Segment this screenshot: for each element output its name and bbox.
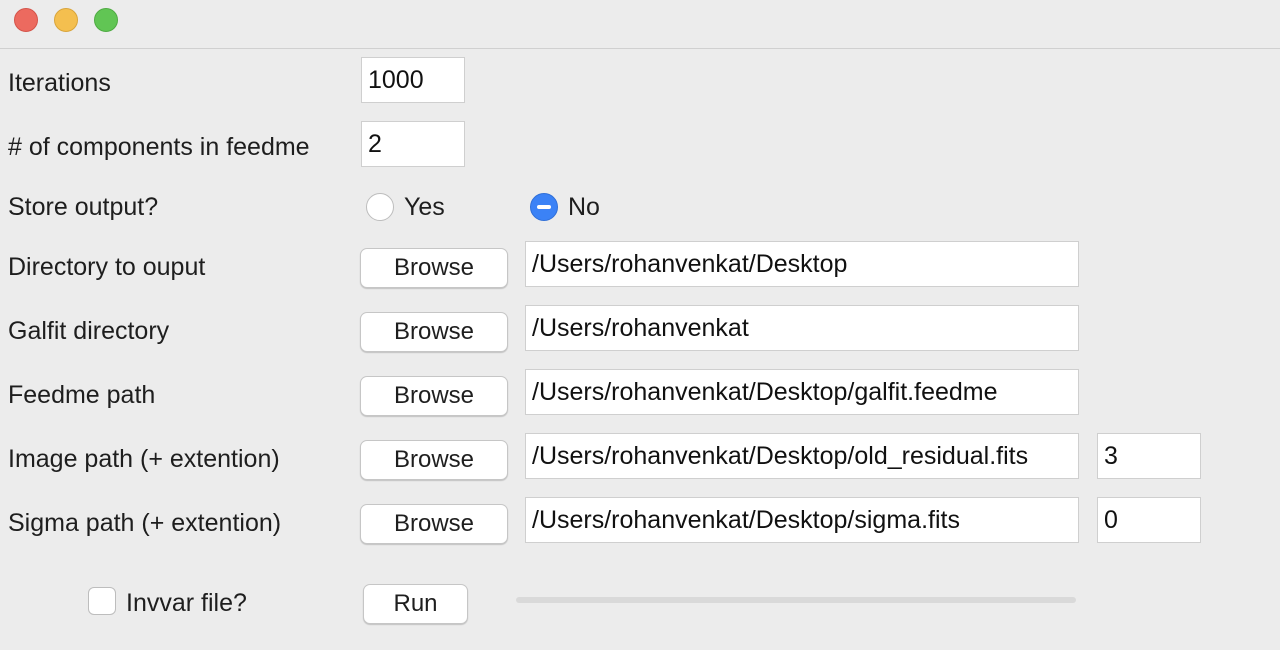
progress-bar (516, 597, 1076, 603)
image-path-browse-button[interactable]: Browse (360, 440, 508, 480)
invvar-label: Invvar file? (126, 589, 247, 617)
galfit-dir-browse-button[interactable]: Browse (360, 312, 508, 352)
output-dir-browse-button[interactable]: Browse (360, 248, 508, 288)
feedme-path-label: Feedme path (8, 381, 156, 409)
minimize-window-button[interactable] (54, 8, 78, 32)
store-output-no-radio[interactable] (530, 193, 558, 221)
output-dir-label: Directory to ouput (8, 253, 206, 281)
galfit-dir-label: Galfit directory (8, 317, 170, 345)
run-button[interactable]: Run (363, 584, 468, 624)
maximize-window-button[interactable] (94, 8, 118, 32)
feedme-path-browse-button[interactable]: Browse (360, 376, 508, 416)
store-output-yes-radio[interactable] (366, 193, 394, 221)
close-window-button[interactable] (14, 8, 38, 32)
store-output-yes-label: Yes (404, 193, 445, 221)
radio-selected-indicator (537, 205, 551, 209)
invvar-checkbox[interactable] (88, 587, 116, 615)
sigma-path-label: Sigma path (+ extention) (8, 509, 282, 537)
sigma-path-browse-button[interactable]: Browse (360, 504, 508, 544)
iterations-label: Iterations (8, 69, 111, 97)
galfit-dir-input[interactable]: /Users/rohanvenkat (525, 305, 1079, 351)
components-input[interactable]: 2 (361, 121, 465, 167)
sigma-path-input[interactable]: /Users/rohanvenkat/Desktop/sigma.fits (525, 497, 1079, 543)
feedme-path-input[interactable]: /Users/rohanvenkat/Desktop/galfit.feedme (525, 369, 1079, 415)
title-bar (0, 0, 1280, 49)
store-output-label: Store output? (8, 193, 159, 221)
image-path-input[interactable]: /Users/rohanvenkat/Desktop/old_residual.… (525, 433, 1079, 479)
sigma-extension-input[interactable]: 0 (1097, 497, 1201, 543)
components-label: # of components in feedme (8, 133, 310, 161)
image-path-label: Image path (+ extention) (8, 445, 280, 473)
image-extension-input[interactable]: 3 (1097, 433, 1201, 479)
store-output-no-label: No (568, 193, 600, 221)
iterations-input[interactable]: 1000 (361, 57, 465, 103)
output-dir-input[interactable]: /Users/rohanvenkat/Desktop (525, 241, 1079, 287)
